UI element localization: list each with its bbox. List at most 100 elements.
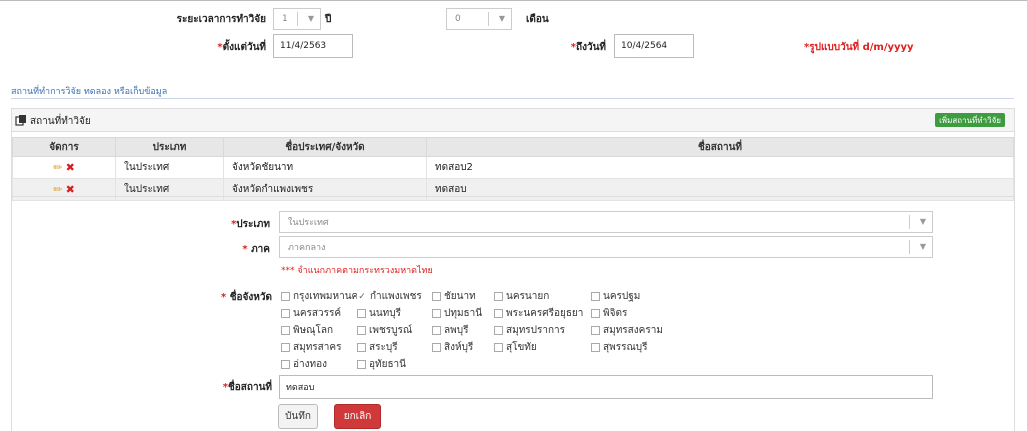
checkbox-icon[interactable] xyxy=(591,309,600,318)
place-label: *ชื่อสถานที่ xyxy=(222,382,272,393)
row-type: ในประเทศ xyxy=(115,156,224,179)
select-separator xyxy=(297,12,298,26)
checkbox-checked-icon[interactable]: ✓ xyxy=(357,292,367,302)
province-name: สมุทรสาคร xyxy=(293,342,342,353)
select-separator xyxy=(909,240,910,254)
province-checkbox-item[interactable]: นนทบุรี xyxy=(357,306,401,321)
province-checkbox-item[interactable]: นครสวรรค์ xyxy=(281,306,341,321)
province-checkbox-item[interactable]: ลพบุรี xyxy=(432,323,468,338)
checkbox-icon[interactable] xyxy=(432,326,441,335)
checkbox-icon[interactable] xyxy=(494,292,503,301)
province-checkbox-item[interactable]: ✓ กำแพงเพชร xyxy=(357,289,422,304)
region-value: ภาคกลาง xyxy=(288,243,326,253)
province-checkbox-item[interactable]: พระนครศรีอยุธยา xyxy=(494,306,583,321)
date-format-hint: *รูปแบบวันที่ d/m/yyyy xyxy=(804,42,914,53)
province-checkbox-item[interactable]: นครปฐม xyxy=(591,289,640,304)
province-checkbox-item[interactable]: สมุทรสงคราม xyxy=(591,323,663,338)
province-name: นครปฐม xyxy=(603,291,641,302)
checkbox-icon[interactable] xyxy=(357,309,366,318)
save-button[interactable]: บันทึก xyxy=(278,404,318,429)
delete-x-icon[interactable]: ✖ xyxy=(66,183,75,196)
from-date-input[interactable]: 11/4/2563 xyxy=(273,34,353,58)
province-checkbox-item[interactable]: สมุทรสาคร xyxy=(281,340,341,355)
checkbox-icon[interactable] xyxy=(357,326,366,335)
years-select[interactable]: 1 ▼ xyxy=(273,8,321,30)
province-checkbox-item[interactable]: สุโขทัย xyxy=(494,340,537,355)
checkbox-icon[interactable] xyxy=(494,309,503,318)
province-name: ปทุมธานี xyxy=(444,308,483,319)
province-checkbox-item[interactable]: ปทุมธานี xyxy=(432,306,482,321)
province-label: * ชื่อจังหวัด xyxy=(221,292,272,303)
province-name: อุทัยธานี xyxy=(369,359,407,370)
type-value: ในประเทศ xyxy=(288,218,329,228)
column-header-manage: จัดการ xyxy=(12,137,116,157)
province-checkbox-item[interactable]: อ่างทอง xyxy=(281,357,327,372)
top-edge xyxy=(0,0,1027,1)
region-select[interactable]: ภาคกลาง ▼ xyxy=(279,236,933,258)
checkbox-icon[interactable] xyxy=(432,343,441,352)
chevron-down-icon: ▼ xyxy=(307,14,314,23)
edit-pencil-icon[interactable]: ✏ xyxy=(53,183,62,196)
months-select[interactable]: 0 ▼ xyxy=(446,8,512,30)
table-header-row: จัดการ ประเภท ชื่อประเทศ/จังหวัด ชื่อสถา… xyxy=(12,137,1014,157)
checkbox-icon[interactable] xyxy=(281,360,290,369)
province-checkbox-item[interactable]: พิจิตร xyxy=(591,306,627,321)
row-place: ทดสอบ xyxy=(426,178,1014,201)
checkbox-icon[interactable] xyxy=(281,309,290,318)
province-checkbox-item[interactable]: สิงห์บุรี xyxy=(432,340,473,355)
province-checkbox-item[interactable]: อุทัยธานี xyxy=(357,357,406,372)
province-checkbox-item[interactable]: สระบุรี xyxy=(357,340,398,355)
column-header-type: ประเภท xyxy=(115,137,224,157)
checkbox-icon[interactable] xyxy=(591,326,600,335)
province-name: นครนายก xyxy=(506,291,550,302)
chevron-down-icon: ▼ xyxy=(919,242,926,251)
province-name: สระบุรี xyxy=(369,342,398,353)
row-actions: ✏ ✖ xyxy=(12,178,116,201)
copy-icon xyxy=(15,114,27,126)
locations-table: จัดการ ประเภท ชื่อประเทศ/จังหวัด ชื่อสถา… xyxy=(12,137,1014,201)
checkbox-icon[interactable] xyxy=(494,326,503,335)
province-checkbox-item[interactable]: สุพรรณบุรี xyxy=(591,340,647,355)
province-name: นครสวรรค์ xyxy=(293,308,342,319)
province-name: ชัยนาท xyxy=(444,291,476,302)
region-label: * ภาค xyxy=(242,244,270,255)
province-name: เพชรบูรณ์ xyxy=(369,325,413,336)
province-name: ลพบุรี xyxy=(444,325,469,336)
checkbox-icon[interactable] xyxy=(281,343,290,352)
checkbox-icon[interactable] xyxy=(357,360,366,369)
row-actions: ✏ ✖ xyxy=(12,156,116,179)
province-name: กำแพงเพชร xyxy=(370,291,422,302)
months-value: 0 xyxy=(455,14,461,24)
cancel-button[interactable]: ยกเลิก xyxy=(334,404,381,429)
checkbox-icon[interactable] xyxy=(357,343,366,352)
select-separator xyxy=(909,215,910,229)
duration-label: ระยะเวลาการทำวิจัย xyxy=(176,14,266,25)
province-checkbox-item[interactable]: ชัยนาท xyxy=(432,289,476,304)
province-name: สมุทรปราการ xyxy=(506,325,566,336)
add-location-button[interactable]: เพิ่มสถานที่ทำวิจัย xyxy=(935,113,1005,127)
checkbox-icon[interactable] xyxy=(281,326,290,335)
checkbox-icon[interactable] xyxy=(591,292,600,301)
years-value: 1 xyxy=(282,14,288,24)
edit-pencil-icon[interactable]: ✏ xyxy=(53,161,62,174)
to-date-input[interactable]: 10/4/2564 xyxy=(614,34,694,58)
province-checkbox-item[interactable]: นครนายก xyxy=(494,289,549,304)
checkbox-icon[interactable] xyxy=(281,292,290,301)
select-separator xyxy=(488,12,489,26)
province-checkbox-item[interactable]: สมุทรปราการ xyxy=(494,323,565,338)
checkbox-icon[interactable] xyxy=(494,343,503,352)
place-name-input[interactable]: ทดสอบ xyxy=(279,375,933,399)
months-unit: เดือน xyxy=(526,14,549,25)
panel-title: สถานที่ทำวิจัย xyxy=(30,116,91,127)
province-checkbox-item[interactable]: เพชรบูรณ์ xyxy=(357,323,412,338)
checkbox-icon[interactable] xyxy=(432,309,441,318)
delete-x-icon[interactable]: ✖ xyxy=(66,161,75,174)
years-unit: ปี xyxy=(325,14,332,25)
chevron-down-icon: ▼ xyxy=(498,14,505,23)
province-checkbox-item[interactable]: กรุงเทพมหานคร xyxy=(281,289,364,304)
checkbox-icon[interactable] xyxy=(432,292,441,301)
province-name: สมุทรสงคราม xyxy=(603,325,663,336)
checkbox-icon[interactable] xyxy=(591,343,600,352)
type-select[interactable]: ในประเทศ ▼ xyxy=(279,211,933,233)
province-checkbox-item[interactable]: พิษณุโลก xyxy=(281,323,333,338)
